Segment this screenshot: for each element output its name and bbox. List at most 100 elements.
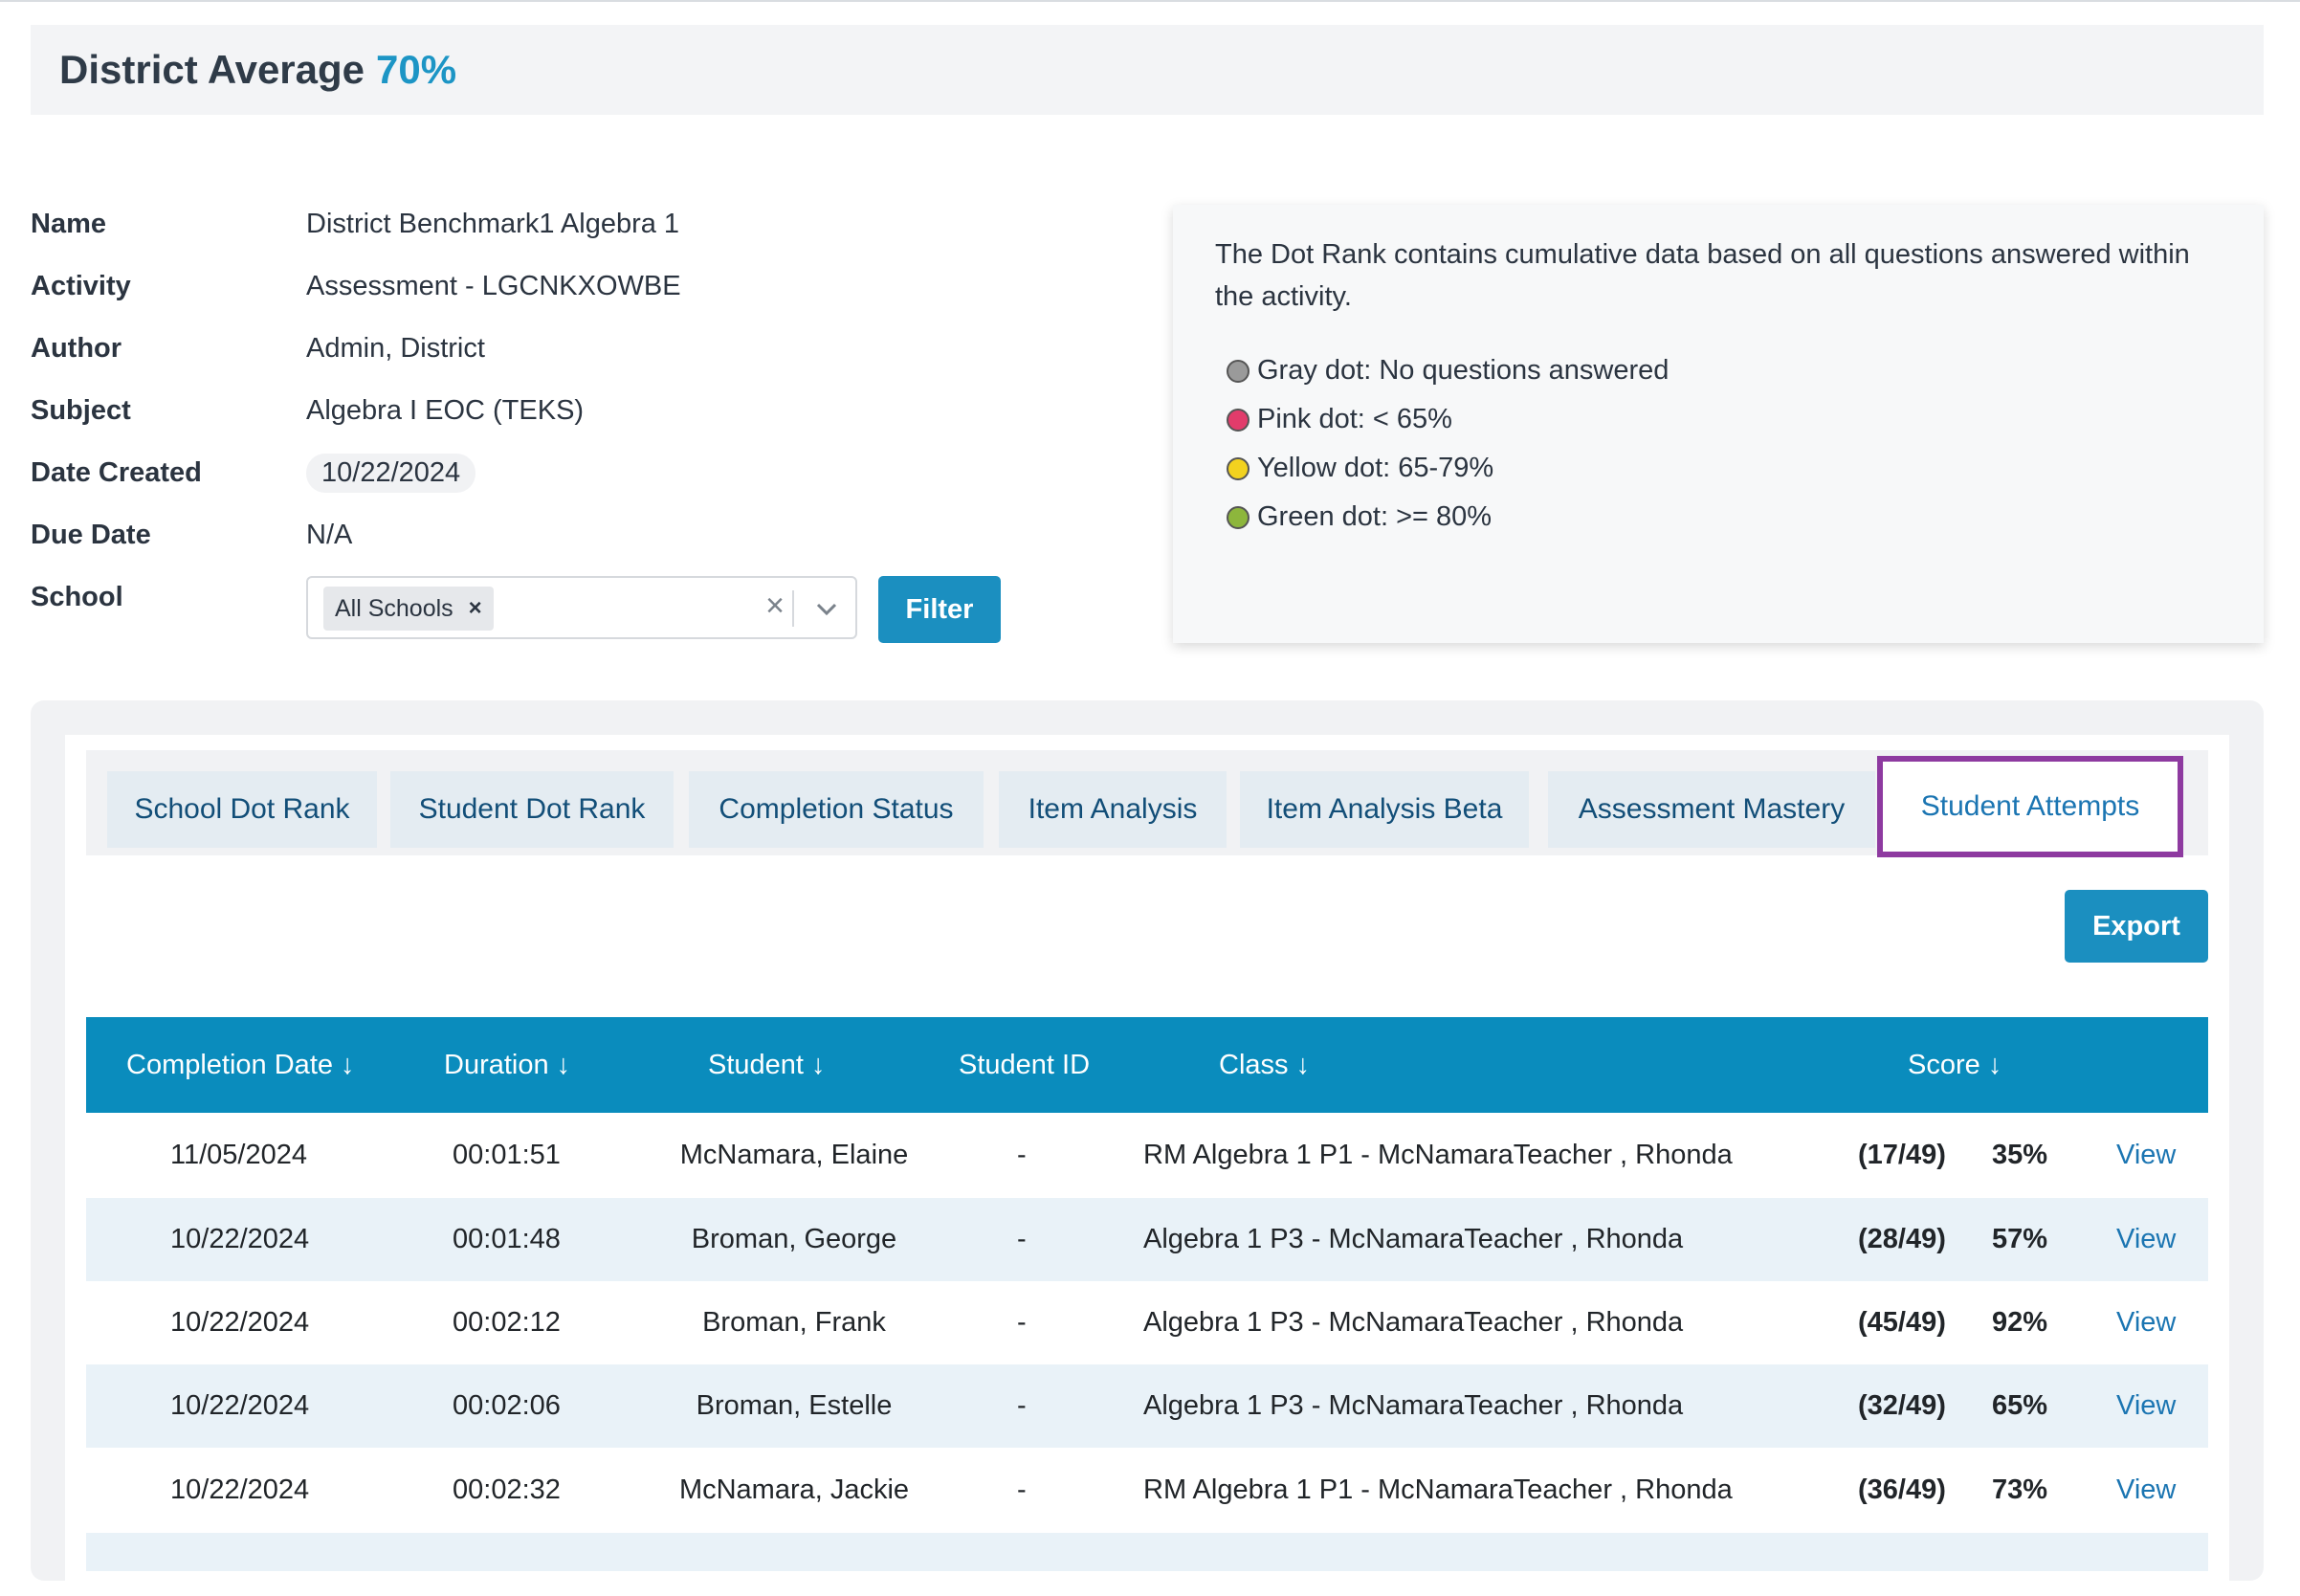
legend-item-yellow: Yellow dot: 65-79% (1215, 444, 2222, 493)
table-row: 10/22/2024 00:02:12 Broman, Frank - Alge… (86, 1281, 2208, 1364)
legend-list: Gray dot: No questions answered Pink dot… (1215, 346, 2222, 542)
date-created-label: Date Created (31, 456, 202, 488)
table-row: 10/22/2024 00:01:48 Broman, George - Alg… (86, 1198, 2208, 1281)
duration-cell: 00:02:12 (453, 1307, 561, 1338)
duration-cell: 00:02:32 (453, 1474, 561, 1505)
info-row-date-created: Date Created 10/22/2024 (31, 453, 1083, 493)
activity-label: Activity (31, 270, 131, 301)
duration-cell: 00:01:48 (453, 1224, 561, 1254)
legend-item-gray: Gray dot: No questions answered (1215, 346, 2222, 395)
clear-icon[interactable]: × (765, 587, 785, 625)
tab-student-dot-rank[interactable]: Student Dot Rank (390, 771, 674, 848)
score-fraction-cell: (32/49) (1858, 1390, 1946, 1421)
class-cell: Algebra 1 P3 - McNamaraTeacher , Rhonda (1143, 1307, 1684, 1338)
student-id-cell: - (1017, 1390, 1027, 1421)
info-row-activity: Activity Assessment - LGCNKXOWBE (31, 267, 1083, 305)
duration-cell: 00:02:06 (453, 1390, 561, 1421)
chip-remove-icon[interactable]: × (469, 595, 482, 622)
score-fraction-cell: (28/49) (1858, 1224, 1946, 1254)
district-average-banner: District Average 70% (31, 25, 2264, 115)
subject-value: Algebra I EOC (TEKS) (306, 394, 585, 426)
view-link[interactable]: View (2116, 1281, 2176, 1364)
class-cell: RM Algebra 1 P1 - McNamaraTeacher , Rhon… (1143, 1474, 1733, 1505)
legend-item-label: Gray dot: No questions answered (1257, 355, 1670, 386)
school-chip-label: All Schools (335, 594, 453, 622)
filter-button[interactable]: Filter (878, 576, 1001, 643)
chevron-down-icon[interactable] (813, 597, 840, 620)
name-label: Name (31, 208, 106, 239)
legend-description: The Dot Rank contains cumulative data ba… (1215, 239, 2190, 312)
table-row: 10/22/2024 00:02:32 McNamara, Jackie - R… (86, 1449, 2208, 1532)
score-percent-cell: 73% (1992, 1474, 2048, 1505)
table-header: Completion Date ↓ Duration ↓ Student ↓ S… (86, 1017, 2208, 1113)
score-fraction-cell: (45/49) (1858, 1307, 1946, 1338)
tab-item-analysis[interactable]: Item Analysis (999, 771, 1227, 848)
tab-student-attempts[interactable]: Student Attempts (1877, 756, 2183, 857)
due-date-value: N/A (306, 519, 353, 550)
header-class[interactable]: Class ↓ (1219, 1017, 1310, 1113)
header-student[interactable]: Student ↓ (708, 1017, 826, 1113)
subject-label: Subject (31, 394, 131, 426)
student-id-cell: - (1017, 1224, 1027, 1254)
student-cell: McNamara, Jackie (678, 1474, 910, 1505)
legend-item-pink: Pink dot: < 65% (1215, 395, 2222, 444)
info-row-name: Name District Benchmark1 Algebra 1 (31, 205, 1083, 243)
score-fraction-cell: (17/49) (1858, 1140, 1946, 1170)
date-created-value: 10/22/2024 (306, 453, 476, 493)
score-percent-cell: 65% (1992, 1390, 2048, 1421)
header-duration[interactable]: Duration ↓ (444, 1017, 570, 1113)
view-link[interactable]: View (2116, 1198, 2176, 1281)
score-fraction-cell: (36/49) (1858, 1474, 1946, 1505)
export-button[interactable]: Export (2065, 890, 2208, 963)
student-cell: Broman, George (691, 1224, 897, 1254)
district-average-label: District Average (59, 47, 365, 92)
student-id-cell: - (1017, 1307, 1027, 1338)
header-student-id: Student ID (959, 1049, 1091, 1080)
tab-school-dot-rank[interactable]: School Dot Rank (107, 771, 377, 848)
tab-completion-status[interactable]: Completion Status (689, 771, 984, 848)
author-value: Admin, District (306, 332, 485, 364)
dot-rank-legend: The Dot Rank contains cumulative data ba… (1173, 205, 2264, 643)
school-chip: All Schools × (323, 587, 494, 631)
completion-date-cell: 10/22/2024 (170, 1224, 310, 1254)
school-select[interactable]: All Schools × × (306, 576, 857, 639)
legend-item-label: Green dot: >= 80% (1257, 501, 1493, 532)
score-percent-cell: 35% (1992, 1140, 2048, 1170)
top-divider (0, 0, 2300, 2)
table-row: 11/05/2024 00:01:51 McNamara, Elaine - R… (86, 1114, 2208, 1197)
green-dot-icon (1227, 505, 1250, 529)
gray-dot-icon (1227, 359, 1250, 383)
view-link[interactable]: View (2116, 1449, 2176, 1532)
table-row-partial (86, 1533, 2208, 1571)
class-cell: Algebra 1 P3 - McNamaraTeacher , Rhonda (1143, 1224, 1684, 1254)
completion-date-cell: 11/05/2024 (170, 1140, 307, 1170)
info-row-author: Author Admin, District (31, 329, 1083, 367)
score-percent-cell: 57% (1992, 1224, 2048, 1254)
view-link[interactable]: View (2116, 1114, 2176, 1197)
pink-dot-icon (1227, 408, 1250, 432)
tab-item-analysis-beta[interactable]: Item Analysis Beta (1240, 771, 1529, 848)
score-percent-cell: 92% (1992, 1307, 2048, 1338)
legend-item-label: Yellow dot: 65-79% (1257, 453, 1494, 483)
name-value: District Benchmark1 Algebra 1 (306, 208, 680, 239)
yellow-dot-icon (1227, 456, 1250, 480)
student-cell: Broman, Frank (702, 1307, 886, 1338)
student-id-cell: - (1017, 1474, 1027, 1505)
view-link[interactable]: View (2116, 1364, 2176, 1448)
header-score[interactable]: Score ↓ (1908, 1017, 2001, 1113)
student-id-cell: - (1017, 1140, 1027, 1170)
completion-date-cell: 10/22/2024 (170, 1307, 310, 1338)
completion-date-cell: 10/22/2024 (170, 1474, 310, 1505)
info-row-due-date: Due Date N/A (31, 516, 1083, 554)
table-row: 10/22/2024 00:02:06 Broman, Estelle - Al… (86, 1364, 2208, 1448)
district-average-value: 70% (376, 47, 457, 92)
student-cell: Broman, Estelle (696, 1390, 893, 1421)
tab-assessment-mastery[interactable]: Assessment Mastery (1548, 771, 1875, 848)
legend-item-label: Pink dot: < 65% (1257, 404, 1452, 434)
school-filter-group: All Schools × × Filter (31, 576, 1083, 643)
completion-date-cell: 10/22/2024 (170, 1390, 310, 1421)
duration-cell: 00:01:51 (453, 1140, 561, 1170)
header-completion-date[interactable]: Completion Date ↓ (126, 1017, 355, 1113)
student-cell: McNamara, Elaine (679, 1140, 909, 1170)
due-date-label: Due Date (31, 519, 151, 550)
